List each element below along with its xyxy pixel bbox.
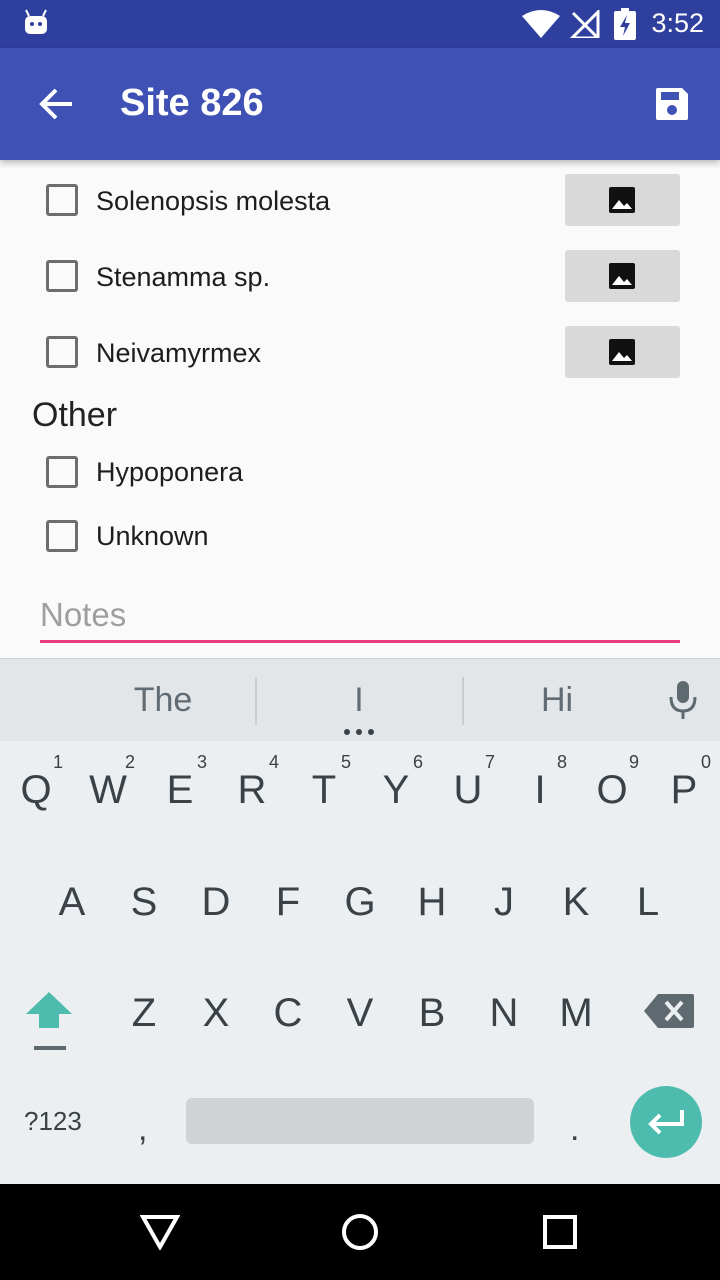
- key[interactable]: L: [612, 880, 684, 925]
- save-icon[interactable]: [654, 86, 690, 122]
- key[interactable]: D: [180, 880, 252, 925]
- key[interactable]: J: [468, 880, 540, 925]
- suggestion-bar: The I Hi: [0, 658, 720, 741]
- divider: [255, 677, 257, 725]
- key[interactable]: T: [288, 768, 360, 813]
- checkbox[interactable]: [46, 260, 78, 292]
- key[interactable]: S: [108, 880, 180, 925]
- image-icon: [609, 187, 635, 213]
- key[interactable]: Q: [0, 768, 72, 813]
- notes-field[interactable]: [40, 590, 680, 644]
- navigation-bar: [0, 1184, 720, 1280]
- key[interactable]: E: [144, 768, 216, 813]
- checkbox[interactable]: [46, 184, 78, 216]
- space-key[interactable]: [186, 1098, 534, 1144]
- wifi-icon: [522, 10, 560, 38]
- key-hint: 9: [629, 752, 640, 772]
- key[interactable]: N: [468, 991, 540, 1036]
- more-suggestions-icon[interactable]: [344, 729, 374, 735]
- no-signal-icon: [570, 10, 600, 38]
- enter-icon: [648, 1110, 684, 1135]
- period-key[interactable]: .: [570, 1110, 579, 1149]
- status-bar: 3:52: [0, 0, 720, 48]
- backspace-icon[interactable]: [644, 994, 694, 1028]
- key-hint: 5: [341, 752, 352, 772]
- key[interactable]: B: [396, 991, 468, 1036]
- key[interactable]: V: [324, 991, 396, 1036]
- key-hint: 4: [269, 752, 280, 772]
- checkbox[interactable]: [46, 456, 78, 488]
- key[interactable]: Y: [360, 768, 432, 813]
- species-label: Neivamyrmex: [96, 338, 262, 368]
- other-label: Unknown: [96, 521, 209, 551]
- key-hint: 6: [413, 752, 424, 772]
- key-hint: 7: [485, 752, 496, 772]
- key[interactable]: A: [36, 880, 108, 925]
- section-title-other: Other: [32, 396, 118, 434]
- page-title: Site 826: [120, 82, 264, 124]
- key[interactable]: X: [180, 991, 252, 1036]
- keyboard: The I Hi Q W E R T Y U I O P 1 2 3 4 5 6…: [0, 658, 720, 1184]
- image-button[interactable]: [565, 326, 680, 378]
- comma-key[interactable]: ,: [138, 1110, 147, 1149]
- key[interactable]: I: [504, 768, 576, 813]
- home-nav-icon[interactable]: [340, 1212, 380, 1252]
- other-label: Hypoponera: [96, 457, 244, 487]
- key[interactable]: O: [576, 768, 648, 813]
- key-hint: 0: [701, 752, 712, 772]
- recents-nav-icon[interactable]: [542, 1214, 578, 1250]
- key[interactable]: Z: [108, 991, 180, 1036]
- key[interactable]: R: [216, 768, 288, 813]
- key[interactable]: C: [252, 991, 324, 1036]
- status-time: 3:52: [651, 8, 704, 38]
- app-bar: Site 826: [0, 48, 720, 160]
- shift-icon[interactable]: [24, 990, 74, 1052]
- key-hint: 8: [557, 752, 568, 772]
- notes-underline: [40, 640, 680, 643]
- symbols-key[interactable]: ?123: [24, 1106, 82, 1137]
- checkbox[interactable]: [46, 336, 78, 368]
- species-label: Solenopsis molesta: [96, 186, 331, 216]
- key[interactable]: H: [396, 880, 468, 925]
- notes-input[interactable]: [40, 590, 680, 640]
- image-button[interactable]: [565, 250, 680, 302]
- key[interactable]: M: [540, 991, 612, 1036]
- key[interactable]: K: [540, 880, 612, 925]
- suggestion[interactable]: Hi: [477, 681, 637, 720]
- android-debug-icon: [25, 9, 47, 34]
- enter-key[interactable]: [630, 1086, 702, 1158]
- image-button[interactable]: [565, 174, 680, 226]
- image-icon: [609, 263, 635, 289]
- key[interactable]: U: [432, 768, 504, 813]
- key[interactable]: F: [252, 880, 324, 925]
- microphone-icon[interactable]: [668, 679, 698, 721]
- battery-charging-icon: [614, 8, 636, 40]
- suggestion[interactable]: I: [279, 681, 439, 720]
- image-icon: [609, 339, 635, 365]
- key[interactable]: G: [324, 880, 396, 925]
- key[interactable]: P: [648, 768, 720, 813]
- back-arrow-icon[interactable]: [38, 88, 74, 120]
- key-hint: 3: [197, 752, 208, 772]
- back-nav-icon[interactable]: [140, 1214, 180, 1250]
- key[interactable]: W: [72, 768, 144, 813]
- key-hint: 2: [125, 752, 136, 772]
- checkbox[interactable]: [46, 520, 78, 552]
- key-hint: 1: [53, 752, 64, 772]
- divider: [462, 677, 464, 725]
- species-label: Stenamma sp.: [96, 262, 271, 292]
- suggestion[interactable]: The: [83, 681, 243, 720]
